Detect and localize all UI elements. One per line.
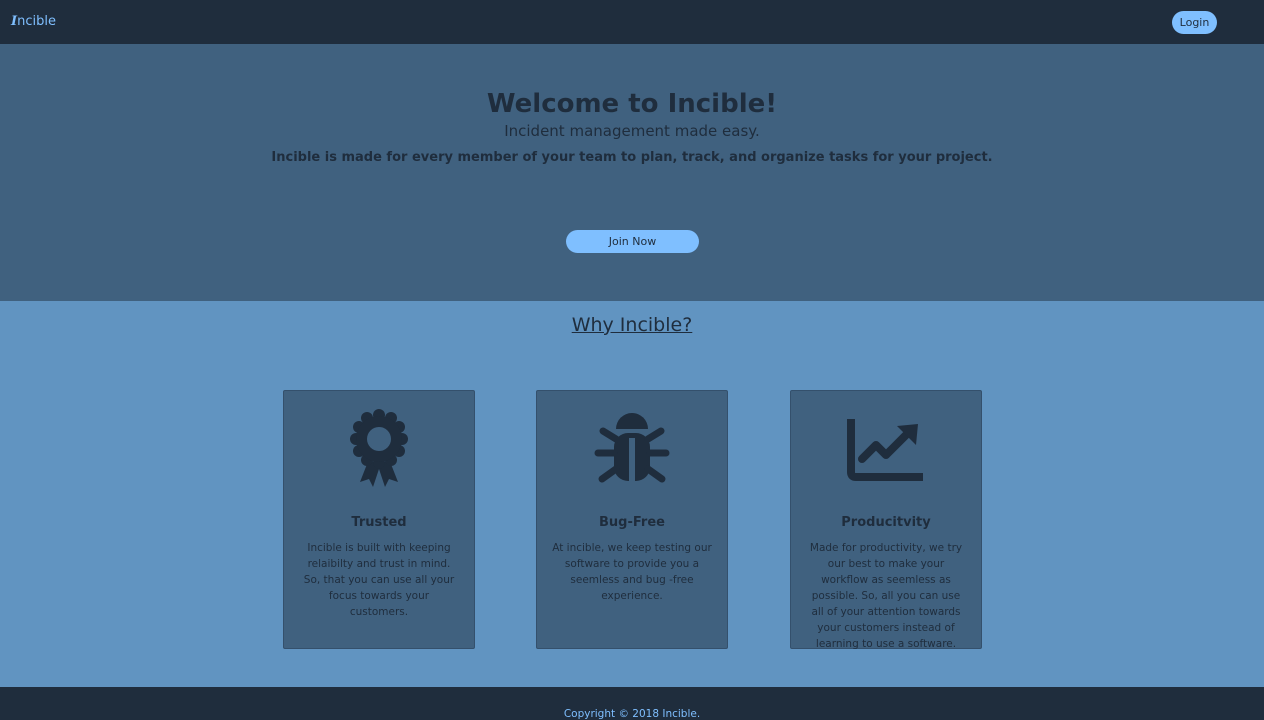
card-text: At incible, we keep testing our software…: [552, 542, 712, 602]
card-title: Bug-Free: [599, 515, 665, 530]
login-button[interactable]: Login: [1172, 11, 1217, 34]
chart-line-icon: [846, 409, 926, 487]
bug-icon: [592, 409, 672, 487]
award-icon: [339, 409, 419, 487]
brand-name: ncible: [17, 14, 56, 29]
hero-section: Welcome to Incible! Incident management …: [0, 44, 1264, 301]
join-now-button[interactable]: Join Now: [566, 230, 699, 253]
hero-subtitle: Incident management made easy.: [504, 122, 760, 140]
why-section-title: Why Incible?: [571, 314, 693, 336]
card-text: Made for productivity, we try our best t…: [809, 542, 963, 650]
footer: Copyright © 2018 Incible.: [0, 687, 1264, 720]
feature-card-productivity: Producitvity Made for productivity, we t…: [790, 390, 982, 650]
navbar: Incible Login: [0, 0, 1264, 44]
hero-title: Welcome to Incible!: [486, 89, 778, 119]
hero-description: Incible is made for every member of your…: [271, 150, 993, 165]
card-text: Incible is built with keeping relaibilty…: [303, 542, 455, 618]
card-title: Trusted: [351, 515, 407, 530]
feature-card-bug-free: Bug-Free At incible, we keep testing our…: [536, 390, 728, 649]
brand-logo[interactable]: Incible: [11, 14, 56, 30]
feature-card-trusted: Trusted Incible is built with keeping re…: [283, 390, 475, 649]
card-title: Producitvity: [841, 515, 931, 530]
copyright-text: Copyright © 2018 Incible.: [563, 708, 701, 720]
